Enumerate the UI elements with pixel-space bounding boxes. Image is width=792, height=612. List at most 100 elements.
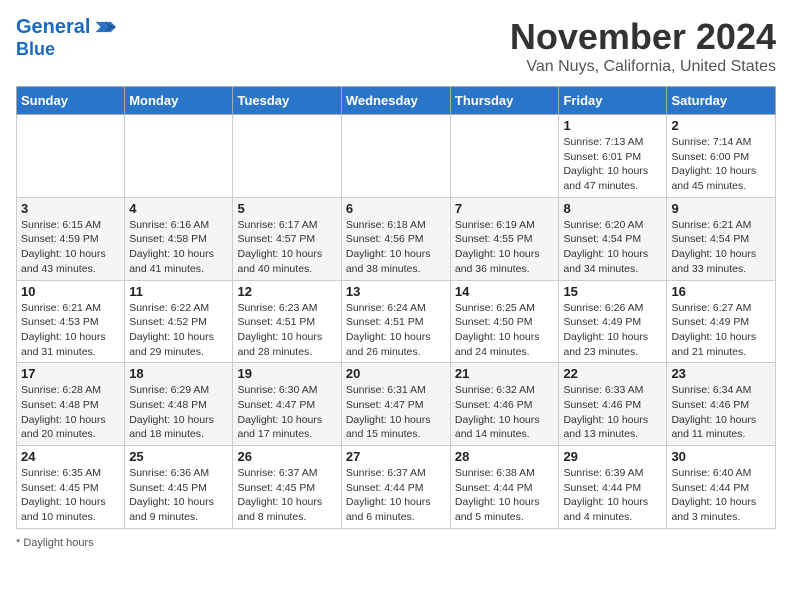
calendar-cell bbox=[233, 115, 341, 198]
day-number: 7 bbox=[455, 201, 555, 216]
calendar-body: 1 Sunrise: 7:13 AMSunset: 6:01 PMDaylight… bbox=[17, 115, 776, 529]
calendar-cell: 28 Sunrise: 6:38 AMSunset: 4:44 PMDayligh… bbox=[450, 446, 559, 529]
day-info: Sunrise: 6:17 AMSunset: 4:57 PMDaylight:… bbox=[237, 218, 336, 277]
calendar-cell: 12 Sunrise: 6:23 AMSunset: 4:51 PMDayligh… bbox=[233, 280, 341, 363]
calendar-cell: 22 Sunrise: 6:33 AMSunset: 4:46 PMDayligh… bbox=[559, 363, 667, 446]
day-info: Sunrise: 6:28 AMSunset: 4:48 PMDaylight:… bbox=[21, 383, 120, 442]
day-info: Sunrise: 6:36 AMSunset: 4:45 PMDaylight:… bbox=[129, 466, 228, 525]
calendar-cell: 17Sunrise: 6:28 AMSunset: 4:48 PMDayligh… bbox=[17, 363, 125, 446]
calendar-cell: 7Sunrise: 6:19 AMSunset: 4:55 PMDaylight… bbox=[450, 197, 559, 280]
day-number: 12 bbox=[237, 284, 336, 299]
location-title: Van Nuys, California, United States bbox=[510, 58, 776, 76]
calendar-cell: 24 Sunrise: 6:35 AMSunset: 4:45 PMDayligh… bbox=[17, 446, 125, 529]
calendar-cell: 15 Sunrise: 6:26 AMSunset: 4:49 PMDayligh… bbox=[559, 280, 667, 363]
calendar-cell: 20 Sunrise: 6:31 AMSunset: 4:47 PMDayligh… bbox=[341, 363, 450, 446]
day-number: 11 bbox=[129, 284, 228, 299]
title-area: November 2024 Van Nuys, California, Unit… bbox=[510, 16, 776, 76]
calendar-week-4: 17Sunrise: 6:28 AMSunset: 4:48 PMDayligh… bbox=[17, 363, 776, 446]
calendar-header-saturday: Saturday bbox=[667, 87, 776, 115]
day-info: Sunrise: 6:32 AMSunset: 4:46 PMDaylight:… bbox=[455, 383, 555, 442]
calendar-cell: 9Sunrise: 6:21 AMSunset: 4:54 PMDaylight… bbox=[667, 197, 776, 280]
day-number: 20 bbox=[346, 366, 446, 381]
logo-blue-text: Blue bbox=[16, 38, 55, 60]
calendar-cell: 14 Sunrise: 6:25 AMSunset: 4:50 PMDayligh… bbox=[450, 280, 559, 363]
day-info: Sunrise: 6:33 AMSunset: 4:46 PMDaylight:… bbox=[563, 383, 662, 442]
calendar-cell: 19Sunrise: 6:30 AMSunset: 4:47 PMDayligh… bbox=[233, 363, 341, 446]
day-number: 8 bbox=[563, 201, 662, 216]
calendar-cell: 4 Sunrise: 6:16 AMSunset: 4:58 PMDaylight… bbox=[125, 197, 233, 280]
day-info: Sunrise: 7:13 AMSunset: 6:01 PMDaylight:… bbox=[563, 135, 662, 194]
day-info: Sunrise: 6:24 AMSunset: 4:51 PMDaylight:… bbox=[346, 301, 446, 360]
calendar-cell: 1 Sunrise: 7:13 AMSunset: 6:01 PMDaylight… bbox=[559, 115, 667, 198]
day-number: 19 bbox=[237, 366, 336, 381]
calendar-week-5: 24 Sunrise: 6:35 AMSunset: 4:45 PMDayligh… bbox=[17, 446, 776, 529]
calendar-cell: 13Sunrise: 6:24 AMSunset: 4:51 PMDayligh… bbox=[341, 280, 450, 363]
day-info: Sunrise: 6:15 AMSunset: 4:59 PMDaylight:… bbox=[21, 218, 120, 277]
day-number: 28 bbox=[455, 449, 555, 464]
calendar: SundayMondayTuesdayWednesdayThursdayFrid… bbox=[16, 86, 776, 529]
day-number: 27 bbox=[346, 449, 446, 464]
day-number: 4 bbox=[129, 201, 228, 216]
calendar-cell: 26 Sunrise: 6:37 AMSunset: 4:45 PMDayligh… bbox=[233, 446, 341, 529]
day-info: Sunrise: 6:23 AMSunset: 4:51 PMDaylight:… bbox=[237, 301, 336, 360]
logo-icon bbox=[92, 20, 116, 34]
day-info: Sunrise: 6:26 AMSunset: 4:49 PMDaylight:… bbox=[563, 301, 662, 360]
day-number: 30 bbox=[671, 449, 771, 464]
day-number: 23 bbox=[671, 366, 771, 381]
month-title: November 2024 bbox=[510, 16, 776, 58]
day-number: 14 bbox=[455, 284, 555, 299]
day-info: Sunrise: 6:31 AMSunset: 4:47 PMDaylight:… bbox=[346, 383, 446, 442]
calendar-cell: 2 Sunrise: 7:14 AMSunset: 6:00 PMDaylight… bbox=[667, 115, 776, 198]
day-number: 16 bbox=[671, 284, 771, 299]
calendar-cell: 10 Sunrise: 6:21 AMSunset: 4:53 PMDayligh… bbox=[17, 280, 125, 363]
day-number: 5 bbox=[237, 201, 336, 216]
calendar-cell: 5 Sunrise: 6:17 AMSunset: 4:57 PMDaylight… bbox=[233, 197, 341, 280]
calendar-cell bbox=[341, 115, 450, 198]
day-number: 9 bbox=[671, 201, 771, 216]
header: General Blue November 2024 Van Nuys, Cal… bbox=[16, 16, 776, 76]
day-info: Sunrise: 6:25 AMSunset: 4:50 PMDaylight:… bbox=[455, 301, 555, 360]
day-info: Sunrise: 6:37 AMSunset: 4:44 PMDaylight:… bbox=[346, 466, 446, 525]
day-info: Sunrise: 6:18 AMSunset: 4:56 PMDaylight:… bbox=[346, 218, 446, 277]
calendar-cell: 21Sunrise: 6:32 AMSunset: 4:46 PMDayligh… bbox=[450, 363, 559, 446]
day-info: Sunrise: 6:37 AMSunset: 4:45 PMDaylight:… bbox=[237, 466, 336, 525]
day-info: Sunrise: 6:29 AMSunset: 4:48 PMDaylight:… bbox=[129, 383, 228, 442]
calendar-cell: 8Sunrise: 6:20 AMSunset: 4:54 PMDaylight… bbox=[559, 197, 667, 280]
day-number: 24 bbox=[21, 449, 120, 464]
logo-text: General bbox=[16, 16, 90, 38]
calendar-cell: 18Sunrise: 6:29 AMSunset: 4:48 PMDayligh… bbox=[125, 363, 233, 446]
day-info: Sunrise: 6:27 AMSunset: 4:49 PMDaylight:… bbox=[671, 301, 771, 360]
day-info: Sunrise: 6:21 AMSunset: 4:53 PMDaylight:… bbox=[21, 301, 120, 360]
day-number: 6 bbox=[346, 201, 446, 216]
calendar-header-monday: Monday bbox=[125, 87, 233, 115]
calendar-cell: 23Sunrise: 6:34 AMSunset: 4:46 PMDayligh… bbox=[667, 363, 776, 446]
day-info: Sunrise: 6:16 AMSunset: 4:58 PMDaylight:… bbox=[129, 218, 228, 277]
logo: General Blue bbox=[16, 16, 116, 60]
calendar-header-friday: Friday bbox=[559, 87, 667, 115]
day-number: 2 bbox=[671, 118, 771, 133]
calendar-cell bbox=[125, 115, 233, 198]
calendar-cell: 29Sunrise: 6:39 AMSunset: 4:44 PMDayligh… bbox=[559, 446, 667, 529]
calendar-header-row: SundayMondayTuesdayWednesdayThursdayFrid… bbox=[17, 87, 776, 115]
day-number: 25 bbox=[129, 449, 228, 464]
calendar-cell: 6 Sunrise: 6:18 AMSunset: 4:56 PMDaylight… bbox=[341, 197, 450, 280]
day-info: Sunrise: 6:38 AMSunset: 4:44 PMDaylight:… bbox=[455, 466, 555, 525]
calendar-cell: 30 Sunrise: 6:40 AMSunset: 4:44 PMDayligh… bbox=[667, 446, 776, 529]
calendar-cell bbox=[450, 115, 559, 198]
day-info: Sunrise: 6:35 AMSunset: 4:45 PMDaylight:… bbox=[21, 466, 120, 525]
calendar-header-sunday: Sunday bbox=[17, 87, 125, 115]
day-number: 22 bbox=[563, 366, 662, 381]
footer-note: * Daylight hours bbox=[16, 537, 776, 549]
calendar-cell: 11 Sunrise: 6:22 AMSunset: 4:52 PMDayligh… bbox=[125, 280, 233, 363]
day-number: 1 bbox=[563, 118, 662, 133]
day-info: Sunrise: 6:40 AMSunset: 4:44 PMDaylight:… bbox=[671, 466, 771, 525]
day-number: 26 bbox=[237, 449, 336, 464]
calendar-cell bbox=[17, 115, 125, 198]
calendar-cell: 16 Sunrise: 6:27 AMSunset: 4:49 PMDayligh… bbox=[667, 280, 776, 363]
day-number: 15 bbox=[563, 284, 662, 299]
day-number: 10 bbox=[21, 284, 120, 299]
calendar-week-2: 3Sunrise: 6:15 AMSunset: 4:59 PMDaylight… bbox=[17, 197, 776, 280]
day-info: Sunrise: 7:14 AMSunset: 6:00 PMDaylight:… bbox=[671, 135, 771, 194]
day-info: Sunrise: 6:22 AMSunset: 4:52 PMDaylight:… bbox=[129, 301, 228, 360]
calendar-week-3: 10 Sunrise: 6:21 AMSunset: 4:53 PMDayligh… bbox=[17, 280, 776, 363]
